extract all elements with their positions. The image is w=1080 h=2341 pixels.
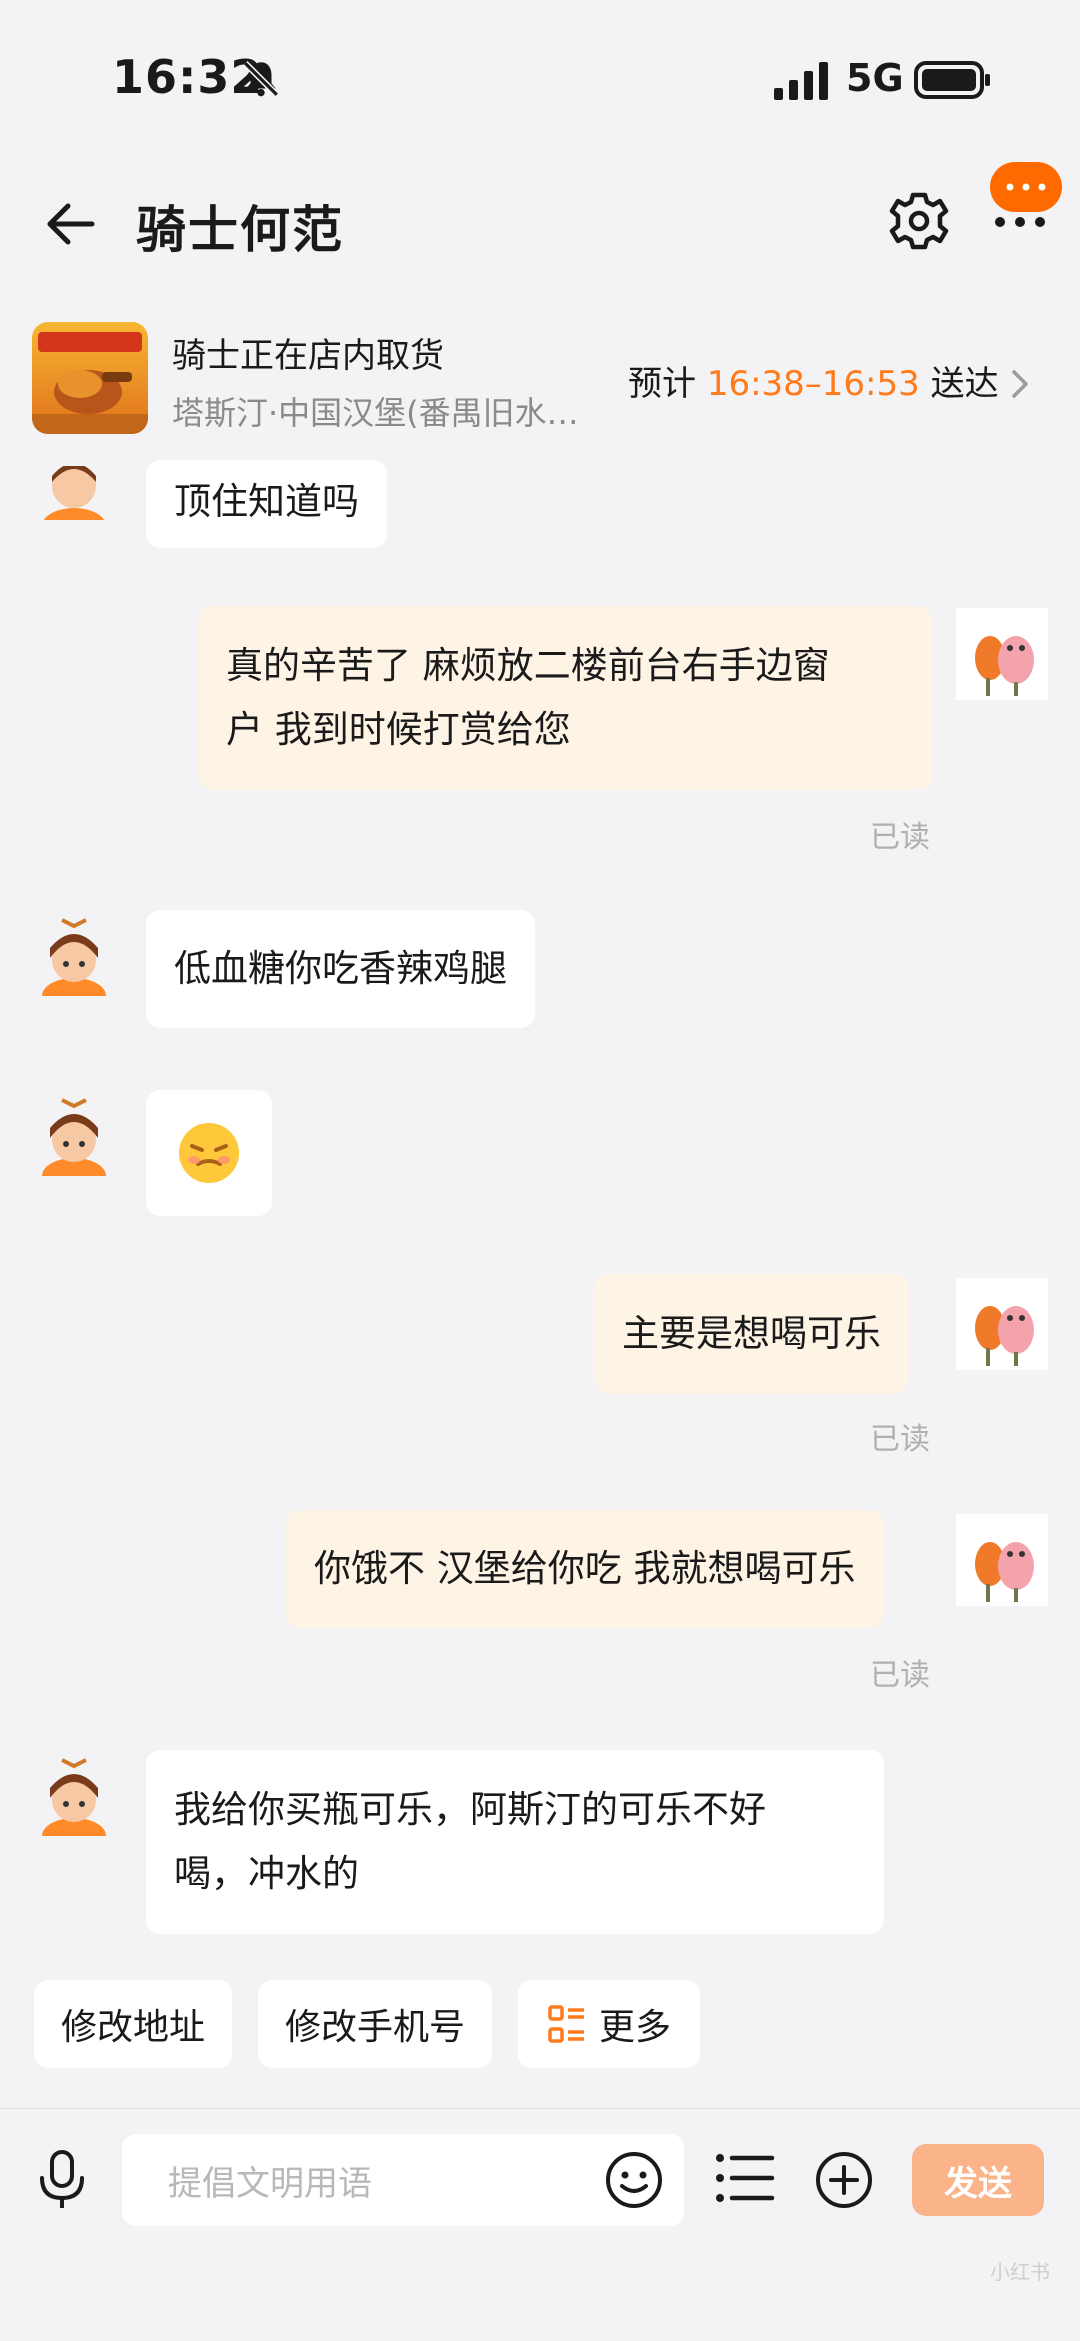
message-text: 户 我到时候打赏给您	[226, 708, 571, 751]
sticker-icon	[179, 1123, 239, 1183]
message-text: 低血糖你吃香辣鸡腿	[174, 947, 507, 990]
chip-label: 修改手机号	[284, 2007, 465, 2048]
chevron-right-icon[interactable]	[1008, 366, 1032, 402]
user-avatar[interactable]	[956, 608, 1048, 700]
read-receipt: 已读	[870, 1422, 930, 1457]
send-label: 发送	[944, 2163, 1012, 2204]
read-receipt: 已读	[870, 820, 930, 855]
more-actions-button[interactable]: 更多	[518, 1980, 700, 2068]
list-grid-icon	[548, 2005, 584, 2043]
rider-status: 骑士正在店内取货	[172, 336, 444, 376]
message-bubble[interactable]: 我给你买瓶可乐，阿斯汀的可乐不好 喝，冲水的	[146, 1750, 884, 1934]
send-button[interactable]: 发送	[912, 2144, 1044, 2216]
store-thumbnail[interactable]	[32, 322, 148, 434]
eta-time: 16:38–16:53	[706, 364, 920, 404]
message-bubble[interactable]: 低血糖你吃香辣鸡腿	[146, 910, 535, 1028]
message-bubble[interactable]: 主要是想喝可乐	[594, 1274, 909, 1394]
signal-icon	[774, 62, 828, 100]
edit-phone-button[interactable]: 修改手机号	[258, 1980, 492, 2068]
microphone-icon[interactable]	[34, 2148, 90, 2212]
edit-address-button[interactable]: 修改地址	[34, 1980, 232, 2068]
rider-avatar[interactable]	[32, 1092, 116, 1176]
message-text: 喝，冲水的	[174, 1852, 359, 1895]
store-name: 塔斯汀·中国汉堡(番禺旧水…	[172, 394, 579, 432]
message-text: 主要是想喝可乐	[622, 1312, 881, 1355]
badge-dots-icon	[1006, 183, 1046, 191]
message-text: 我给你买瓶可乐，阿斯汀的可乐不好	[174, 1788, 766, 1831]
eta-prefix: 预计	[628, 364, 696, 404]
user-avatar[interactable]	[956, 1514, 1048, 1606]
input-placeholder: 提倡文明用语	[168, 2164, 372, 2204]
list-icon[interactable]	[714, 2150, 776, 2206]
user-avatar[interactable]	[956, 1278, 1048, 1370]
message-text: 你饿不 汉堡给你吃 我就想喝可乐	[314, 1547, 856, 1590]
page-title: 骑士何范	[136, 201, 344, 259]
eta-suffix: 送达	[930, 364, 999, 404]
message-text: 真的辛苦了 麻烦放二楼前台右手边窗	[226, 644, 830, 687]
more-options-icon[interactable]	[994, 210, 1046, 234]
message-bubble[interactable]	[146, 1090, 272, 1216]
message-bubble[interactable]: 顶住知道吗	[146, 460, 387, 548]
back-arrow-icon[interactable]	[42, 196, 98, 252]
read-receipt: 已读	[870, 1658, 930, 1693]
rider-avatar[interactable]	[32, 912, 116, 996]
eta-info[interactable]: 预计 16:38–16:53 送达	[628, 356, 999, 405]
watermark: 小红书	[990, 2260, 1050, 2284]
message-bubble[interactable]: 真的辛苦了 麻烦放二楼前台右手边窗 户 我到时候打赏给您	[198, 606, 932, 790]
rider-avatar[interactable]	[32, 1752, 116, 1836]
chip-label: 更多	[598, 2007, 671, 2048]
network-type: 5G	[846, 56, 904, 100]
plus-icon[interactable]	[814, 2150, 874, 2210]
emoji-icon[interactable]	[604, 2150, 664, 2210]
mute-bell-icon	[243, 61, 279, 97]
gear-icon[interactable]	[888, 190, 950, 252]
message-text: 顶住知道吗	[174, 480, 359, 523]
rider-avatar[interactable]	[32, 466, 116, 520]
battery-icon	[914, 61, 990, 99]
message-bubble[interactable]: 你饿不 汉堡给你吃 我就想喝可乐	[286, 1510, 884, 1628]
chip-label: 修改地址	[60, 2007, 205, 2048]
